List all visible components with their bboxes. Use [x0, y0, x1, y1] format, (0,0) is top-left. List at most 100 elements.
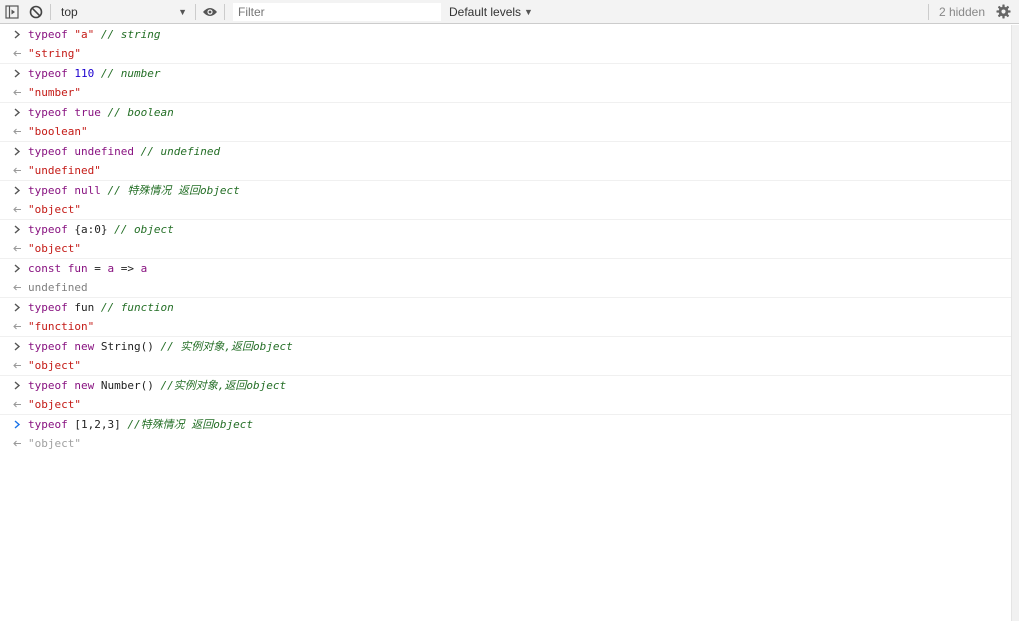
chevron-right-icon [14, 108, 21, 117]
log-levels-label: Default levels [449, 4, 522, 19]
input-token: undefined [74, 145, 134, 158]
return-arrow-icon [13, 206, 21, 213]
return-arrow-icon [13, 284, 21, 291]
output-token: "number" [28, 86, 81, 99]
return-arrow-icon [13, 440, 21, 447]
input-token: typeof [28, 67, 75, 80]
console-entry: typeof [1,2,3] //特殊情况 返回object "object" [0, 415, 1011, 453]
console-entry: typeof 110 // number "number" [0, 64, 1011, 103]
output-token: "object" [28, 398, 81, 411]
console-input-line[interactable]: typeof fun // function [0, 298, 1011, 317]
chevron-right-icon [14, 381, 21, 390]
input-token: "a" [74, 28, 95, 41]
input-token: // object [107, 223, 174, 236]
console-result-line[interactable]: "object" [0, 434, 1011, 453]
input-token: // 实例对象,返回object [153, 340, 293, 353]
console-input-line[interactable]: const fun = a => a [0, 259, 1011, 278]
chevron-right-icon [14, 303, 21, 312]
input-token: // function [94, 301, 174, 314]
input-token: [1,2,3] [74, 418, 121, 431]
console-result-line[interactable]: "object" [0, 239, 1011, 258]
input-token: typeof [28, 184, 75, 197]
return-arrow-icon [13, 245, 21, 252]
chevron-right-icon [14, 186, 21, 195]
console-settings-button[interactable] [991, 0, 1015, 24]
input-token: // number [94, 67, 161, 80]
gear-icon [995, 4, 1011, 19]
console-input-line[interactable]: typeof {a:0} // object [0, 220, 1011, 239]
context-selector-label: top [61, 4, 78, 19]
console-messages[interactable]: typeof "a" // string "string" typeof 110 /… [0, 25, 1011, 621]
console-input-line[interactable]: typeof undefined // undefined [0, 142, 1011, 161]
input-token: new [74, 340, 101, 353]
chevron-right-icon [14, 225, 21, 234]
return-arrow-icon [13, 50, 21, 57]
console-input-line[interactable]: typeof [1,2,3] //特殊情况 返回object [0, 415, 1011, 434]
console-result-line[interactable]: "number" [0, 83, 1011, 102]
console-input-line[interactable]: typeof null // 特殊情况 返回object [0, 181, 1011, 200]
console-input-line[interactable]: typeof new String() // 实例对象,返回object [0, 337, 1011, 356]
console-result-line[interactable]: undefined [0, 278, 1011, 297]
console-result-line[interactable]: "undefined" [0, 161, 1011, 180]
console-scrollbar[interactable] [1011, 25, 1019, 621]
hidden-messages-count: 2 hidden [938, 4, 985, 19]
input-token: // boolean [100, 106, 174, 119]
input-token: Number() [100, 379, 154, 392]
console-input-line[interactable]: typeof 110 // number [0, 64, 1011, 83]
input-token: = [87, 262, 108, 275]
input-token: //实例对象,返回object [153, 379, 287, 392]
toolbar-divider [195, 3, 196, 20]
console-input-line[interactable]: typeof new Number() //实例对象,返回object [0, 376, 1011, 395]
console-result-line[interactable]: "string" [0, 44, 1011, 63]
input-token: String() [100, 340, 154, 353]
context-selector[interactable]: top ▼ [53, 2, 193, 22]
console-entry: const fun = a => a undefined [0, 259, 1011, 298]
console-result-line[interactable]: "boolean" [0, 122, 1011, 141]
output-token: "boolean" [28, 125, 88, 138]
input-token: typeof [28, 28, 75, 41]
input-token: // 特殊情况 返回object [100, 184, 240, 197]
console-result-line[interactable]: "object" [0, 200, 1011, 219]
console-result-line[interactable]: "object" [0, 395, 1011, 414]
log-levels-dropdown[interactable]: Default levels ▼ [449, 5, 533, 19]
clear-console-button[interactable] [24, 0, 48, 24]
input-token: a [140, 262, 148, 275]
return-arrow-icon [13, 362, 21, 369]
input-token: const [28, 262, 68, 275]
input-token: {a:0} [74, 223, 108, 236]
dropdown-arrow-icon: ▼ [524, 6, 533, 17]
input-token: 110 [74, 67, 95, 80]
output-token: "object" [28, 437, 81, 450]
toolbar-divider [50, 3, 51, 20]
filter-input[interactable] [233, 2, 441, 21]
return-arrow-icon [13, 89, 21, 96]
output-token: undefined [28, 281, 88, 294]
sidebar-toggle-icon [5, 4, 19, 19]
console-input-line[interactable]: typeof true // boolean [0, 103, 1011, 122]
return-arrow-icon [13, 128, 21, 135]
input-token: new [74, 379, 101, 392]
chevron-right-icon [14, 420, 21, 429]
output-token: "object" [28, 242, 81, 255]
console-result-line[interactable]: "object" [0, 356, 1011, 375]
input-token: => [114, 262, 141, 275]
input-token: typeof [28, 301, 75, 314]
input-token: typeof [28, 379, 75, 392]
chevron-right-icon [14, 264, 21, 273]
chevron-right-icon [14, 342, 21, 351]
output-token: "string" [28, 47, 81, 60]
sidebar-toggle-button[interactable] [0, 0, 24, 24]
return-arrow-icon [13, 401, 21, 408]
console-input-line[interactable]: typeof "a" // string [0, 25, 1011, 44]
console-entry: typeof "a" // string "string" [0, 25, 1011, 64]
console-entry: typeof new String() // 实例对象,返回object "obj… [0, 337, 1011, 376]
live-expression-button[interactable] [198, 0, 222, 24]
input-token: null [74, 184, 101, 197]
console-entry: typeof null // 特殊情况 返回object "object" [0, 181, 1011, 220]
input-token: typeof [28, 418, 75, 431]
toolbar-divider [224, 3, 225, 20]
return-arrow-icon [13, 167, 21, 174]
chevron-right-icon [14, 30, 21, 39]
console-result-line[interactable]: "function" [0, 317, 1011, 336]
input-token: typeof [28, 106, 75, 119]
